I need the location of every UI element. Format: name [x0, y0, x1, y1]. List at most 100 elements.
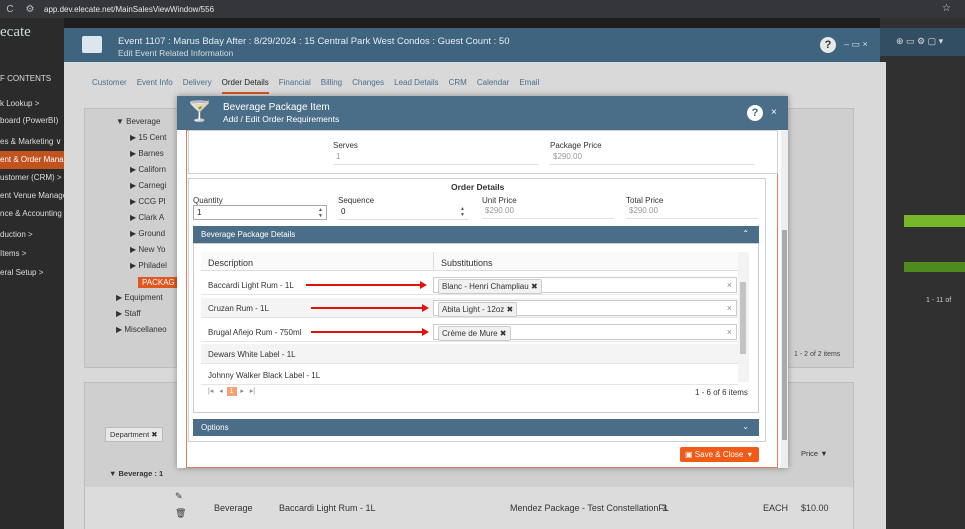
table-row[interactable]: Cruzan Rum - 1L Abita Light - 12oz ✖ ×	[201, 298, 738, 318]
nav-item-3[interactable]: es & Marketing ∨	[0, 133, 64, 151]
table-row[interactable]: Baccardi Light Rum - 1L Blanc - Henri Cha…	[201, 275, 738, 295]
first-page-icon[interactable]: |◂	[208, 388, 213, 395]
page-number[interactable]: 1	[226, 387, 237, 396]
table-row[interactable]: Johnny Walker Black Label - 1L	[201, 365, 738, 385]
options-header[interactable]: Options ⌄	[193, 419, 759, 436]
tab-financial[interactable]: Financial	[279, 78, 311, 94]
background-pane	[880, 18, 965, 529]
grid-count: 1 - 2 of 2 items	[794, 351, 841, 358]
tree-node[interactable]: ▶ Staff	[116, 309, 141, 318]
tree-node[interactable]: ▶ Clark A	[130, 213, 164, 222]
event-subtitle: Edit Event Related Information	[118, 48, 234, 58]
nav-item-1[interactable]: k Lookup >	[0, 95, 64, 113]
cell-unit: EACH	[763, 503, 789, 513]
table-row[interactable]: Dewars White Label - 1L	[201, 344, 738, 364]
remove-tag-icon[interactable]: ✖	[531, 282, 538, 291]
prev-page-icon[interactable]: ◂	[219, 388, 223, 395]
save-close-button[interactable]: ▣ Save & Close ▾	[680, 447, 759, 462]
clear-icon[interactable]: ×	[727, 280, 732, 290]
grid-scroll-thumb[interactable]	[740, 282, 746, 354]
nav-item-10[interactable]: eral Setup >	[0, 264, 64, 282]
tree-node[interactable]: ▶ CCG Pl	[130, 197, 166, 206]
grid-scrollbar[interactable]	[738, 252, 749, 382]
tree-node[interactable]: ▶ New Yo	[130, 245, 166, 254]
edit-icon[interactable]: ✎	[175, 491, 183, 502]
nav-item-8[interactable]: duction >	[0, 226, 64, 244]
tab-crm[interactable]: CRM	[449, 78, 467, 94]
nav-item-9[interactable]: Items >	[0, 245, 64, 263]
nav-item-6[interactable]: ent Venue Manage	[0, 187, 67, 205]
tab-lead-details[interactable]: Lead Details	[394, 78, 438, 94]
tree-node[interactable]: ▶ Philadel	[130, 261, 167, 270]
nav-item-7[interactable]: nce & Accounting	[0, 205, 64, 223]
nav-item-4[interactable]: ent & Order Mana	[0, 151, 64, 169]
dropdown-caret-icon[interactable]: ▾	[746, 450, 752, 459]
clear-icon[interactable]: ×	[727, 303, 732, 313]
remove-tag-icon[interactable]: ✖	[506, 305, 513, 314]
tree-node[interactable]: ▶ Barnes	[130, 149, 164, 158]
tab-delivery[interactable]: Delivery	[183, 78, 212, 94]
sequence-input[interactable]: 0 ▲ ▼	[338, 205, 468, 220]
tab-event-info[interactable]: Event Info	[137, 78, 173, 94]
nav-item-0[interactable]: F CONTENTS	[0, 70, 64, 88]
tab-email[interactable]: Email	[519, 78, 539, 94]
remove-icon[interactable]: ✖	[151, 430, 157, 439]
background-window-icons: ⊕ ▭ ⚙ ▢ ▾	[896, 36, 944, 46]
annotation-arrow	[311, 304, 429, 312]
substitution-tag[interactable]: Blanc - Henri Champliau ✖	[438, 279, 542, 294]
tab-calendar[interactable]: Calendar	[477, 78, 509, 94]
chevron-up-icon[interactable]: ⌃	[742, 229, 749, 238]
price-header[interactable]: Price ▼	[801, 449, 828, 458]
tree-node[interactable]: ▶ Ground	[130, 229, 165, 238]
tree-node[interactable]: ▶ Miscellaneo	[116, 325, 167, 334]
tree-node[interactable]: PACKAG	[138, 277, 179, 288]
department-chip[interactable]: Department ✖	[105, 427, 163, 442]
sequence-stepper[interactable]: ▲ ▼	[458, 206, 467, 218]
table-row[interactable]: ✎ 🗑 Beverage Baccardi Light Rum - 1L Men…	[85, 487, 853, 529]
tree-node[interactable]: ▶ 15 Cent	[130, 133, 166, 142]
address-bar[interactable]: app.dev.elecate.net/MainSalesViewWindow/…	[44, 5, 214, 14]
bookmark-star-icon[interactable]: ☆	[942, 3, 951, 14]
substitution-field[interactable]: Crème de Mure ✖ ×	[433, 324, 737, 341]
nav-item-2[interactable]: board (PowerBI)	[0, 112, 64, 130]
substitution-field[interactable]: Blanc - Henri Champliau ✖ ×	[433, 277, 737, 294]
modal-subtitle: Add / Edit Order Requirements	[223, 114, 340, 124]
filter-icon[interactable]: ▼	[820, 449, 827, 458]
substitution-tag[interactable]: Abita Light - 12oz ✖	[438, 302, 518, 317]
package-price-label: Package Price	[550, 141, 602, 150]
remove-tag-icon[interactable]: ✖	[500, 329, 507, 338]
tab-changes[interactable]: Changes	[352, 78, 384, 94]
tab-order-details[interactable]: Order Details	[221, 78, 269, 94]
substitution-tag[interactable]: Crème de Mure ✖	[438, 326, 511, 341]
tree-node[interactable]: ▶ Equipment	[116, 293, 163, 302]
beverage-details-header[interactable]: Beverage Package Details ⌃	[193, 226, 759, 243]
tab-billing[interactable]: Billing	[321, 78, 342, 94]
pager-info: 1 - 6 of 6 items	[695, 388, 748, 397]
reload-icon[interactable]: C	[0, 4, 20, 15]
modal-help-icon[interactable]: ?	[747, 105, 763, 121]
nav-item-5[interactable]: ustomer (CRM) >	[0, 169, 64, 187]
cell-package: Mendez Package - Test ConstellationFL	[510, 503, 669, 513]
quantity-input[interactable]: 1 ▲ ▼	[193, 205, 327, 220]
close-icon[interactable]: ×	[771, 107, 777, 118]
site-info-icon[interactable]: ⚙	[20, 4, 40, 15]
col-substitutions: Substitutions	[433, 252, 493, 271]
modal-scroll-thumb[interactable]	[782, 230, 787, 440]
delete-icon[interactable]: 🗑	[175, 508, 186, 519]
tree-node[interactable]: ▼ Beverage	[116, 117, 160, 126]
unit-price-label: Unit Price	[482, 196, 517, 205]
quantity-stepper[interactable]: ▲ ▼	[316, 207, 325, 219]
tree-node[interactable]: ▶ Carnegi	[130, 181, 166, 190]
table-row[interactable]: Brugal Añejo Rum - 750ml Crème de Mure ✖ ×	[201, 322, 738, 342]
save-icon: ▣	[685, 450, 693, 459]
window-controls[interactable]: – ▭ ×	[844, 39, 868, 50]
last-page-icon[interactable]: ▸|	[250, 388, 255, 395]
help-icon[interactable]: ?	[820, 37, 836, 53]
next-page-icon[interactable]: ▸	[240, 388, 244, 395]
tab-customer[interactable]: Customer	[92, 78, 127, 94]
event-tabs: Customer Event Info Delivery Order Details F…	[64, 78, 884, 94]
tree-node[interactable]: ▶ Californ	[130, 165, 166, 174]
chevron-down-icon[interactable]: ⌄	[742, 422, 749, 431]
substitution-field[interactable]: Abita Light - 12oz ✖ ×	[433, 300, 737, 317]
clear-icon[interactable]: ×	[727, 327, 732, 337]
